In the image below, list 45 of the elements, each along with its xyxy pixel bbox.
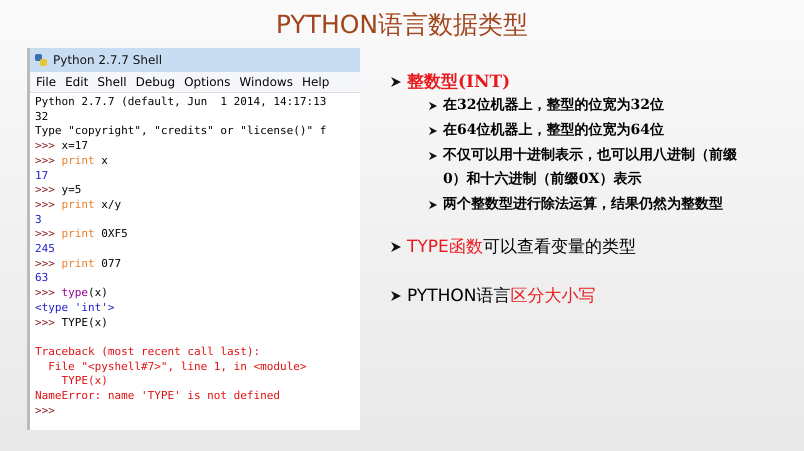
bullet-text: PYTHON语言区分大小写	[407, 285, 596, 307]
menu-item[interactable]: Help	[302, 75, 330, 89]
code-line: 3	[35, 212, 43, 228]
arrowhead-icon	[390, 240, 402, 252]
bullet-text: 整数型(INT)	[407, 71, 510, 93]
code-line: 63	[35, 271, 50, 286]
code-line: Traceback (most recent call last):	[35, 344, 262, 360]
arrowhead-icon	[428, 126, 438, 136]
code-line: 17	[35, 168, 50, 184]
bullet-text: 不仅可以用十进制表示，也可以用八进制（前缀0）和十六进制（前缀0X）表示	[443, 146, 738, 189]
code-line: >>> TYPE(x)	[35, 316, 109, 330]
code-line: >>> print 0XF5	[35, 227, 129, 242]
window-title: Python 2.7.7 Shell	[53, 53, 162, 67]
code-line: >>> type(x)	[35, 286, 109, 301]
code-line: Python 2.7.7 (default, Jun 1 2014, 14:17:13	[35, 95, 328, 110]
code-line: >>>	[35, 404, 56, 418]
arrowhead-icon	[428, 101, 438, 111]
bullet-text: 在32位机器上，整型的位宽为32位	[443, 96, 664, 115]
code-line: >>> print x/y	[35, 198, 122, 213]
bullet-text: 在64位机器上，整型的位宽为64位	[443, 120, 664, 140]
menu-item[interactable]: Options	[184, 75, 230, 89]
menu-item[interactable]: Shell	[97, 75, 127, 89]
code-line: NameError: name 'TYPE' is not defined	[35, 389, 282, 404]
arrowhead-icon	[390, 290, 402, 302]
code-line: >>> y=5	[35, 183, 82, 198]
arrowhead-icon	[428, 151, 438, 161]
menu-item[interactable]: Edit	[65, 75, 88, 89]
slide-title: PYTHON语言数据类型	[274, 9, 530, 41]
code-line: <type 'int'>	[35, 300, 116, 316]
code-line: Type "copyright", "credits" or "license()" f	[35, 124, 328, 140]
menu-item[interactable]: File	[36, 75, 56, 89]
code-line: File "<pyshell#7>", line 1, in <module>	[47, 360, 308, 374]
code-line: >>> print 077	[35, 256, 122, 272]
menu-item[interactable]: Debug	[136, 75, 176, 89]
bullet-text: 两个整数型进行除法运算，结果仍然为整数型	[443, 195, 723, 214]
menu-item[interactable]: Windows	[239, 75, 293, 89]
code-line: TYPE(x)	[60, 374, 109, 390]
code-line: >>> print x	[35, 154, 109, 169]
code-line: 32	[35, 110, 50, 124]
code-line: 245	[35, 242, 56, 257]
python-icon	[34, 53, 48, 67]
bullet-text: TYPE函数可以查看变量的类型	[407, 236, 636, 258]
arrowhead-icon	[390, 76, 402, 88]
arrowhead-icon	[428, 200, 438, 210]
code-line: >>> x=17	[35, 139, 89, 154]
